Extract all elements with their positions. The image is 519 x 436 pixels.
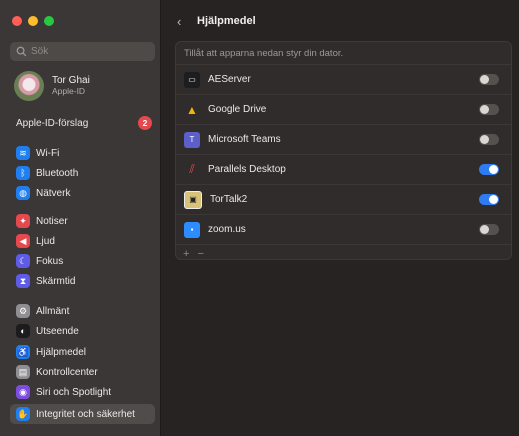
page-title: Hjälpmedel (197, 15, 256, 27)
search-placeholder: Sök (31, 46, 49, 57)
zoom-button[interactable] (44, 16, 54, 26)
permission-toggle[interactable] (479, 104, 499, 115)
sidebar-item-label: Integritet och säkerhet (36, 408, 135, 420)
sidebar-item-label: Notiser (36, 215, 68, 227)
search-input[interactable]: Sök (10, 42, 155, 61)
teams-icon: T (184, 131, 200, 148)
sidebar-item-label: Utseende (36, 325, 79, 337)
back-button[interactable]: ‹ (177, 14, 181, 29)
hourglass-icon: ⧗ (16, 274, 30, 288)
parallels-icon: ⫽ (189, 162, 195, 176)
moon-icon: ☾ (16, 254, 30, 268)
sidebar-item-label: Fokus (36, 255, 64, 267)
app-row: ▭ AEServer (176, 65, 511, 95)
google-drive-icon: ▲ (186, 102, 198, 117)
wifi-icon: ≋ (16, 146, 30, 160)
appearance-icon: ◐ (16, 324, 30, 338)
sidebar-item-hand[interactable]: ✋ Integritet och säkerhet (10, 404, 155, 424)
hand-icon: ✋ (16, 407, 30, 421)
permission-toggle[interactable] (479, 74, 499, 85)
sidebar-item-label: Nätverk (36, 187, 71, 199)
permission-toggle[interactable] (479, 134, 499, 145)
sidebar-item-apple-id-suggestions[interactable]: Apple-ID-förslag 2 (16, 116, 152, 130)
close-button[interactable] (12, 16, 22, 26)
search-icon (16, 46, 27, 57)
panel-description: Tillåt att apparna nedan styr din dator. (176, 42, 511, 65)
accessibility-icon: ♿ (16, 345, 30, 359)
sidebar-item-appearance[interactable]: ◐ Utseende (10, 321, 155, 341)
suggestion-label: Apple-ID-förslag (16, 117, 89, 129)
toggle-knob (480, 75, 489, 84)
sidebar-item-label: Wi-Fi (36, 147, 60, 159)
gear-icon: ⚙ (16, 304, 30, 318)
terminal-icon: ▭ (184, 71, 200, 88)
globe-icon: ◍ (16, 186, 30, 200)
list-controls: + − (176, 245, 511, 259)
minimize-button[interactable] (28, 16, 38, 26)
sidebar-item-label: Siri och Spotlight (36, 386, 112, 398)
sidebar-item-label: Hjälpmedel (36, 346, 87, 358)
app-name: Microsoft Teams (208, 134, 281, 145)
profile-subtitle: Apple-ID (52, 86, 86, 96)
sidebar-item-bell[interactable]: ✦ Notiser (10, 211, 155, 231)
siri-icon: ◉ (16, 385, 30, 399)
sidebar-item-label: Bluetooth (36, 167, 79, 179)
sidebar-item-accessibility[interactable]: ♿ Hjälpmedel (10, 342, 155, 362)
tortalk-icon: ▣ (184, 190, 202, 209)
toggle-knob (480, 105, 489, 114)
toggle-knob (480, 225, 489, 234)
bluetooth-icon: ᛒ (16, 166, 30, 180)
sidebar-item-hourglass[interactable]: ⧗ Skärmtid (10, 271, 155, 291)
sidebar-item-wifi[interactable]: ≋ Wi-Fi (10, 143, 155, 163)
app-row: T Microsoft Teams (176, 125, 511, 155)
sidebar-item-siri[interactable]: ◉ Siri och Spotlight (10, 382, 155, 402)
main-pane: ‹ Hjälpmedel Tillåt att apparna nedan st… (161, 0, 519, 436)
app-row: ▣ TorTalk2 (176, 185, 511, 215)
zoom-icon: ▪ (184, 221, 200, 238)
apple-id-profile[interactable]: Tor Ghai Apple-ID (14, 71, 90, 101)
sidebar: Sök Tor Ghai Apple-ID Apple-ID-förslag 2… (0, 0, 161, 436)
app-name: Parallels Desktop (208, 164, 286, 175)
remove-app-button[interactable]: − (197, 248, 203, 259)
sidebar-item-moon[interactable]: ☾ Fokus (10, 251, 155, 271)
sidebar-item-globe[interactable]: ◍ Nätverk (10, 183, 155, 203)
add-app-button[interactable]: + (183, 248, 189, 259)
permission-toggle[interactable] (479, 164, 499, 175)
sidebar-item-label: Allmänt (36, 305, 70, 317)
app-name: AEServer (208, 74, 251, 85)
speaker-icon: ◀ (16, 234, 30, 248)
app-permissions-panel: Tillåt att apparna nedan styr din dator.… (175, 41, 512, 260)
sidebar-item-label: Kontrollcenter (36, 366, 98, 378)
bell-icon: ✦ (16, 214, 30, 228)
window-controls (12, 16, 54, 26)
app-name: TorTalk2 (210, 194, 248, 205)
permission-toggle[interactable] (479, 224, 499, 235)
app-row: ⫽ Parallels Desktop (176, 155, 511, 185)
control-center-icon: ▤ (16, 365, 30, 379)
sidebar-item-label: Skärmtid (36, 275, 76, 287)
toggle-knob (489, 195, 498, 204)
permission-toggle[interactable] (479, 194, 499, 205)
sidebar-item-label: Ljud (36, 235, 55, 247)
toggle-knob (489, 165, 498, 174)
notification-badge: 2 (138, 116, 152, 130)
settings-window: Sök Tor Ghai Apple-ID Apple-ID-förslag 2… (0, 0, 519, 436)
app-row: ▲ Google Drive (176, 95, 511, 125)
app-name: zoom.us (208, 224, 246, 235)
toggle-knob (480, 135, 489, 144)
sidebar-item-speaker[interactable]: ◀ Ljud (10, 231, 155, 251)
sidebar-item-bluetooth[interactable]: ᛒ Bluetooth (10, 163, 155, 183)
sidebar-item-control-center[interactable]: ▤ Kontrollcenter (10, 362, 155, 382)
avatar (14, 71, 44, 101)
sidebar-item-gear[interactable]: ⚙ Allmänt (10, 301, 155, 321)
app-name: Google Drive (208, 104, 267, 115)
profile-name: Tor Ghai (52, 75, 90, 86)
app-row: ▪ zoom.us (176, 215, 511, 245)
